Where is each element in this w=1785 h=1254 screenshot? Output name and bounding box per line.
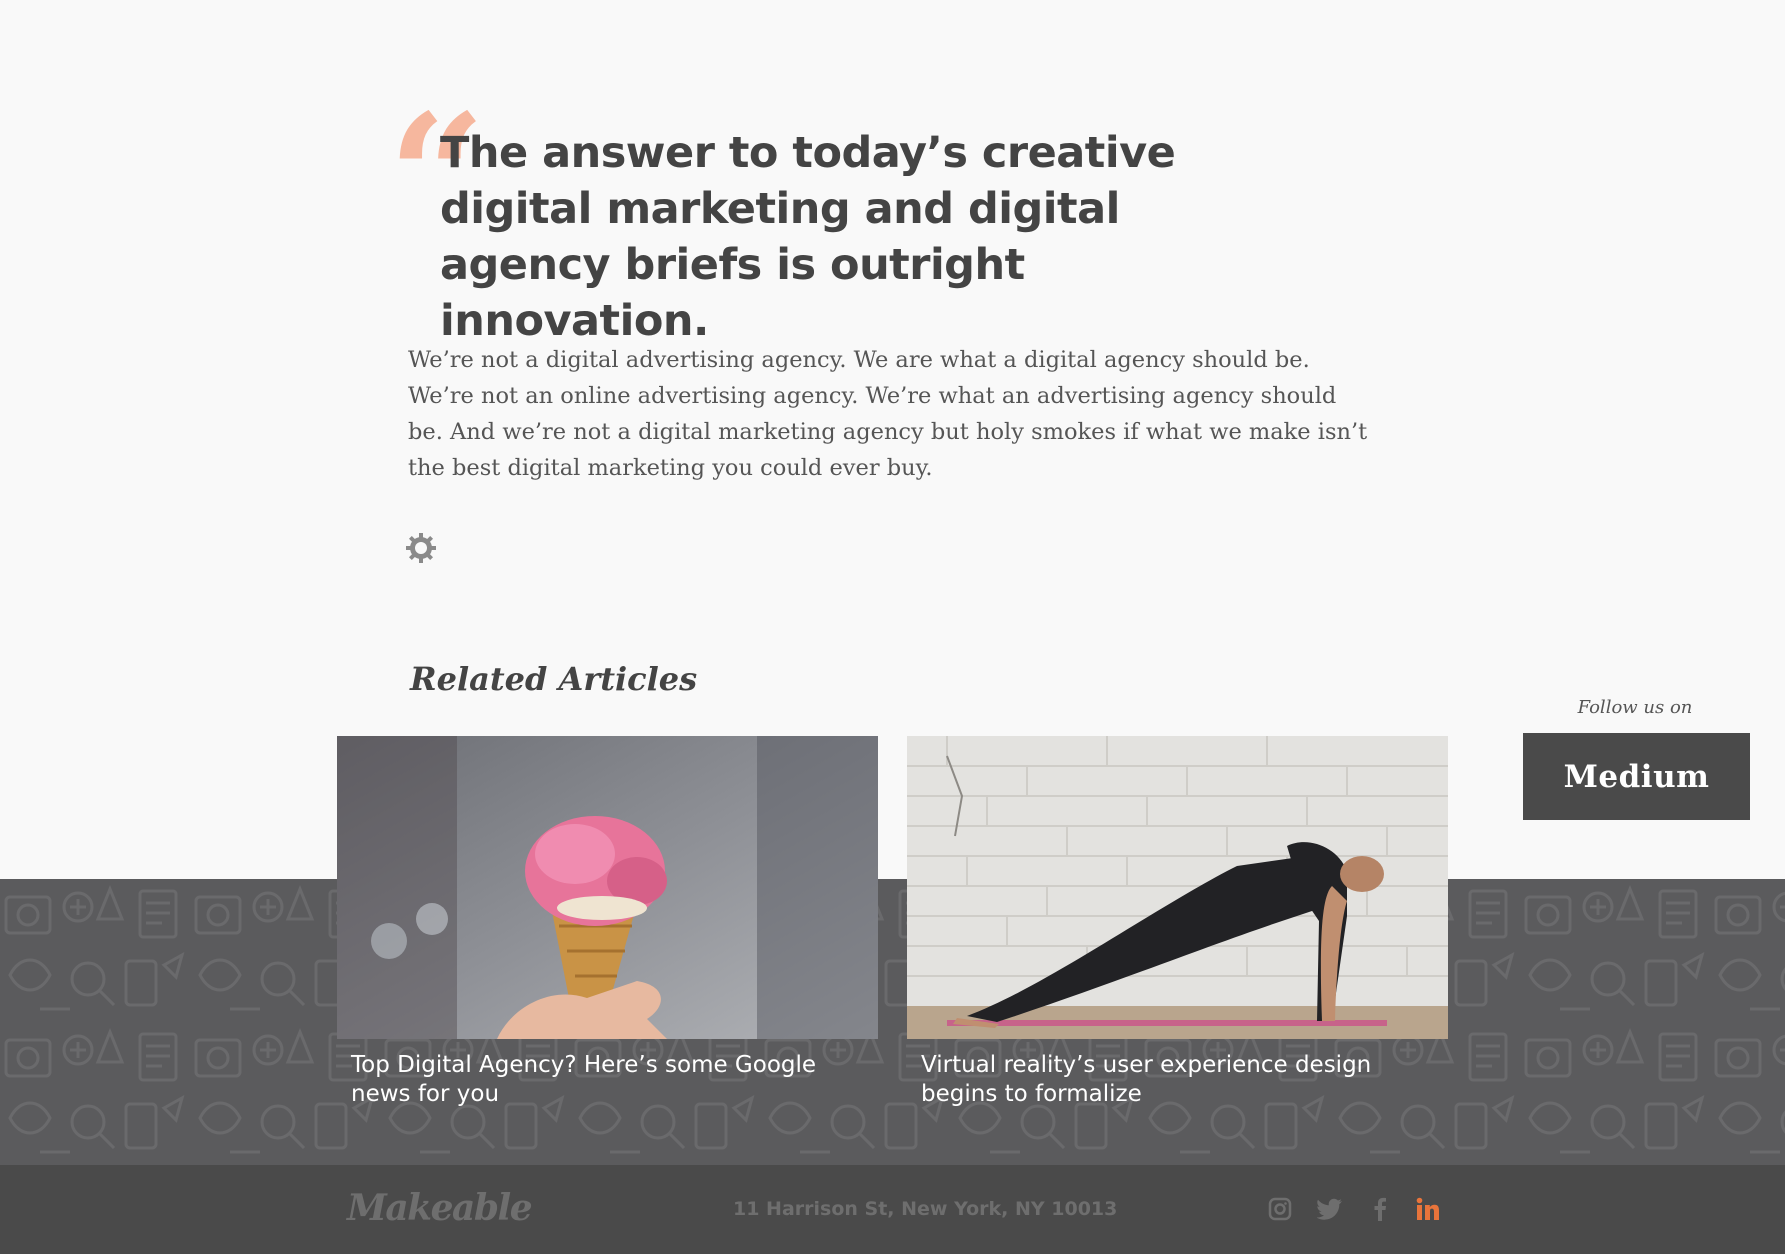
- gear-button[interactable]: [404, 531, 438, 565]
- doodle-pattern-band: [0, 879, 1785, 1165]
- pull-quote: The answer to today’s creative digital m…: [440, 128, 1176, 346]
- article-card[interactable]: Top Digital Agency? Here’s some Google n…: [337, 736, 878, 1109]
- gear-icon: [406, 533, 436, 563]
- facebook-link[interactable]: [1366, 1195, 1394, 1223]
- medium-button[interactable]: Medium: [1523, 733, 1750, 820]
- instagram-link[interactable]: [1266, 1195, 1294, 1223]
- linkedin-link[interactable]: [1414, 1195, 1442, 1223]
- intro-paragraph: We’re not a digital advertising agency. …: [408, 347, 1368, 481]
- yoga-image: [907, 736, 1448, 1039]
- instagram-icon: [1268, 1197, 1292, 1221]
- article-image-ice-cream[interactable]: [337, 736, 878, 1039]
- makeable-logo[interactable]: Makeable: [347, 1187, 533, 1229]
- footer: Makeable 11 Harrison St, New York, NY 10…: [0, 1165, 1785, 1254]
- twitter-link[interactable]: [1316, 1195, 1344, 1223]
- linkedin-icon: [1416, 1197, 1439, 1220]
- twitter-icon: [1317, 1198, 1342, 1220]
- article-card[interactable]: Virtual reality’s user experience design…: [907, 736, 1448, 1109]
- article-title[interactable]: Top Digital Agency? Here’s some Google n…: [337, 1051, 857, 1109]
- doodle-pattern: [0, 879, 1785, 1165]
- article-image-yoga[interactable]: [907, 736, 1448, 1039]
- related-articles-heading: Related Articles: [410, 660, 698, 698]
- facebook-icon: [1374, 1197, 1386, 1221]
- article-title[interactable]: Virtual reality’s user experience design…: [907, 1051, 1427, 1109]
- ice-cream-image: [337, 736, 878, 1039]
- footer-address: 11 Harrison St, New York, NY 10013: [733, 1198, 1118, 1220]
- follow-label: Follow us on: [1577, 697, 1693, 718]
